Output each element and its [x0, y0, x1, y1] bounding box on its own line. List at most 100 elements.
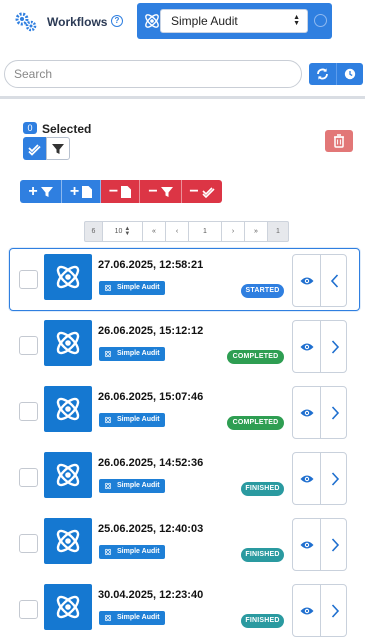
divider — [320, 387, 321, 438]
plus-sign: + — [69, 182, 80, 200]
row-action-buttons — [292, 518, 347, 571]
bulk-action-group: + + − − − — [20, 180, 222, 203]
question-circle-icon[interactable]: ? — [111, 15, 123, 27]
atom-icon — [105, 417, 111, 423]
remove-filter-button[interactable]: − — [140, 180, 182, 203]
add-document-button[interactable]: + — [62, 180, 101, 203]
divider — [320, 453, 321, 504]
list-item[interactable]: 30.04.2025, 12:23:40 Simple Audit FINISH… — [9, 578, 360, 641]
delete-button[interactable] — [325, 130, 353, 152]
remove-checked-button[interactable]: − — [182, 180, 222, 203]
eye-icon[interactable] — [300, 276, 314, 286]
row-checkbox[interactable] — [19, 402, 38, 421]
eye-icon[interactable] — [300, 474, 314, 484]
row-action-buttons — [292, 254, 347, 307]
document-icon — [121, 185, 132, 198]
eye-icon[interactable] — [300, 408, 314, 418]
next-page-button[interactable]: › — [222, 221, 245, 242]
workflow-tag-label: Simple Audit — [117, 350, 160, 357]
workflow-tag-label: Simple Audit — [117, 548, 160, 555]
workflow-tag-label: Simple Audit — [117, 614, 160, 621]
workflow-thumbnail — [44, 254, 92, 300]
clock-icon — [344, 68, 356, 80]
instance-date: 26.06.2025, 15:07:46 — [98, 391, 204, 403]
list-item[interactable]: 26.06.2025, 15:07:46 Simple Audit COMPLE… — [9, 380, 360, 443]
atom-icon — [56, 265, 80, 289]
row-checkbox[interactable] — [19, 534, 38, 553]
row-checkbox[interactable] — [19, 468, 38, 487]
atom-icon — [56, 595, 80, 619]
filter-icon — [160, 186, 173, 197]
page-size-select[interactable]: 10 ▲ ▼ — [103, 221, 143, 242]
workflow-select[interactable]: Simple Audit ▲ ▼ — [160, 9, 308, 33]
prev-page-button[interactable]: ‹ — [166, 221, 189, 242]
refresh-button[interactable] — [309, 63, 336, 85]
status-badge: COMPLETED — [227, 350, 284, 364]
workflow-thumbnail — [44, 518, 92, 564]
status-badge: FINISHED — [241, 482, 284, 496]
status-badge: FINISHED — [241, 614, 284, 628]
atom-icon — [56, 529, 80, 553]
row-action-buttons — [292, 452, 347, 505]
selected-count-badge: 0 — [23, 122, 37, 134]
sort-caret-icon: ▲ ▼ — [293, 14, 300, 27]
list-item[interactable]: 26.06.2025, 14:52:36 Simple Audit FINISH… — [9, 446, 360, 509]
select-all-button[interactable] — [23, 137, 46, 160]
filter-button[interactable] — [46, 137, 70, 160]
row-action-buttons — [292, 584, 347, 637]
history-button[interactable] — [336, 63, 363, 85]
workflow-info-button[interactable] — [311, 9, 329, 33]
minus-sign: − — [148, 182, 158, 200]
remove-document-button[interactable]: − — [101, 180, 140, 203]
atom-icon — [105, 483, 111, 489]
instance-date: 26.06.2025, 15:12:12 — [98, 325, 204, 337]
add-filter-button[interactable]: + — [20, 180, 62, 203]
row-action-buttons — [292, 386, 347, 439]
eye-icon[interactable] — [300, 606, 314, 616]
chevron-right-icon[interactable] — [329, 471, 341, 487]
workflow-tag: Simple Audit — [99, 413, 165, 427]
page-title: Workflows — [47, 15, 108, 29]
instance-date: 30.04.2025, 12:23:40 — [98, 589, 204, 601]
workflow-tag-label: Simple Audit — [117, 416, 160, 423]
double-check-icon — [202, 186, 215, 198]
eye-icon[interactable] — [300, 342, 314, 352]
minus-sign: − — [189, 182, 199, 200]
workflow-tag-label: Simple Audit — [117, 482, 160, 489]
total-count: 6 — [84, 221, 103, 242]
chevron-right-icon[interactable] — [329, 537, 341, 553]
instance-date: 27.06.2025, 12:58:21 — [98, 259, 204, 271]
search-input[interactable]: Search — [4, 60, 302, 88]
row-checkbox[interactable] — [19, 600, 38, 619]
last-page-button[interactable]: » — [245, 221, 268, 242]
double-check-icon — [28, 144, 41, 156]
atom-icon — [145, 14, 159, 28]
page-size-value: 10 — [114, 228, 123, 235]
workflow-thumbnail — [44, 584, 92, 630]
list-item[interactable]: 25.06.2025, 12:40:03 Simple Audit FINISH… — [9, 512, 360, 575]
workflow-tag: Simple Audit — [99, 479, 165, 493]
atom-icon — [105, 351, 111, 357]
page-count: 1 — [268, 221, 289, 242]
first-page-button[interactable]: « — [143, 221, 166, 242]
filter-icon — [52, 144, 64, 154]
pagination: 6 10 ▲ ▼ « ‹ 1 › » 1 — [84, 221, 289, 242]
list-item[interactable]: 27.06.2025, 12:58:21 Simple Audit STARTE… — [9, 248, 360, 311]
divider — [0, 96, 365, 99]
chevron-right-icon[interactable] — [329, 405, 341, 421]
row-checkbox[interactable] — [19, 270, 38, 289]
row-checkbox[interactable] — [19, 336, 38, 355]
instance-date: 26.06.2025, 14:52:36 — [98, 457, 204, 469]
gears-icon — [15, 12, 37, 32]
chevron-left-icon[interactable] — [329, 273, 341, 289]
status-badge: STARTED — [241, 284, 284, 298]
eye-icon[interactable] — [300, 540, 314, 550]
current-page[interactable]: 1 — [189, 221, 222, 242]
workflow-select-value: Simple Audit — [171, 14, 238, 28]
chevron-right-icon[interactable] — [329, 603, 341, 619]
chevron-right-icon[interactable] — [329, 339, 341, 355]
divider — [320, 519, 321, 570]
document-icon — [82, 185, 93, 198]
atom-icon — [105, 549, 111, 555]
list-item[interactable]: 26.06.2025, 15:12:12 Simple Audit COMPLE… — [9, 314, 360, 377]
